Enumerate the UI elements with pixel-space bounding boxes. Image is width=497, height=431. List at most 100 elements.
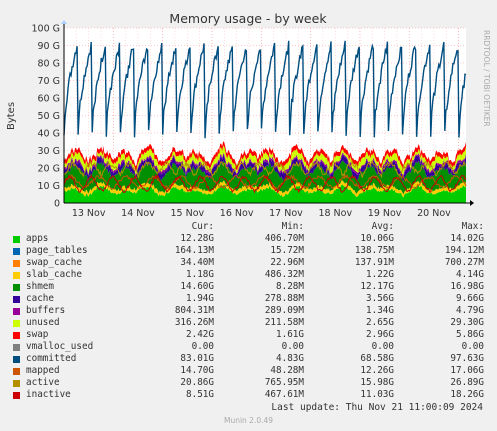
legend-avg-value: 10.06G bbox=[360, 233, 394, 244]
legend-min-value: 211.58M bbox=[264, 317, 304, 328]
legend-item-unused: unused 316.26M 211.58M 2.65G 29.30G bbox=[12, 317, 490, 329]
legend-max-value: 0.00 bbox=[461, 341, 484, 352]
legend-avg-value: 3.56G bbox=[366, 293, 394, 304]
legend-header-min: Min: bbox=[281, 221, 304, 232]
y-axis-label: Bytes bbox=[6, 102, 17, 130]
legend-cur-value: 8.51G bbox=[186, 389, 214, 400]
legend-cur-value: 0.00 bbox=[191, 341, 214, 352]
legend-label: mapped bbox=[26, 365, 60, 376]
legend-max-value: 4.14G bbox=[456, 269, 484, 280]
legend-min-value: 4.83G bbox=[276, 353, 304, 364]
legend-min-value: 22.96M bbox=[270, 257, 304, 268]
legend-avg-value: 137.91M bbox=[354, 257, 394, 268]
legend-item-slab-cache: slab_cache 1.18G 486.32M 1.22G 4.14G bbox=[12, 269, 490, 281]
legend-item-swap-cache: swap_cache 34.40M 22.96M 137.91M 700.27M bbox=[12, 257, 490, 269]
legend-header-cur: Cur: bbox=[191, 221, 214, 232]
legend-header-avg: Avg: bbox=[371, 221, 394, 232]
legend-swatch bbox=[13, 391, 20, 399]
legend-max-value: 16.98G bbox=[450, 281, 484, 292]
legend-max-value: 700.27M bbox=[444, 257, 484, 268]
legend-label: vmalloc_used bbox=[26, 341, 94, 352]
legend-min-value: 48.28M bbox=[270, 365, 304, 376]
chart-title: Memory usage - by week bbox=[169, 11, 327, 26]
legend-rows: apps 12.28G 406.70M 10.06G 14.02G page_tables… bbox=[12, 233, 490, 401]
legend-header: Cur: Min: Avg: Max: bbox=[12, 221, 490, 233]
legend-label: active bbox=[26, 377, 60, 388]
legend-cur-value: 1.94G bbox=[186, 293, 214, 304]
legend-swatch bbox=[13, 271, 20, 279]
legend-min-value: 406.70M bbox=[264, 233, 304, 244]
legend-label: page_tables bbox=[26, 245, 88, 256]
legend-label: committed bbox=[26, 353, 77, 364]
legend-cur-value: 83.01G bbox=[180, 353, 214, 364]
legend-min-value: 467.61M bbox=[264, 389, 304, 400]
legend-swatch bbox=[13, 331, 20, 339]
legend-item-page-tables: page_tables 164.13M 15.72M 138.75M 194.12M bbox=[12, 245, 490, 257]
legend-cur-value: 14.60G bbox=[180, 281, 214, 292]
x-axis-arrow-icon bbox=[470, 200, 474, 206]
legend-max-value: 26.89G bbox=[450, 377, 484, 388]
legend-avg-value: 12.17G bbox=[360, 281, 394, 292]
legend-max-value: 29.30G bbox=[450, 317, 484, 328]
y-tick-label: 90 G bbox=[38, 41, 60, 52]
legend-max-value: 9.66G bbox=[456, 293, 484, 304]
memory-chart: Memory usage - by week RRDTOOL / TOBI OE… bbox=[6, 11, 491, 219]
x-tick-label: 16 Nov bbox=[220, 208, 254, 219]
legend-swatch bbox=[13, 367, 20, 375]
legend-avg-value: 68.58G bbox=[360, 353, 394, 364]
x-tick-label: 19 Nov bbox=[368, 208, 402, 219]
legend-item-vmalloc-used: vmalloc_used 0.00 0.00 0.00 0.00 bbox=[12, 341, 490, 353]
legend-label: slab_cache bbox=[26, 269, 82, 280]
legend-item-buffers: buffers 804.31M 289.09M 1.34G 4.79G bbox=[12, 305, 490, 317]
legend-label: shmem bbox=[26, 281, 54, 292]
legend-swatch bbox=[13, 343, 20, 351]
x-tick-label: 17 Nov bbox=[269, 208, 303, 219]
legend-avg-value: 2.65G bbox=[366, 317, 394, 328]
x-tick-label: 18 Nov bbox=[318, 208, 352, 219]
legend-swatch bbox=[13, 247, 20, 255]
y-axis-arrow-icon bbox=[61, 20, 67, 24]
y-tick-label: 40 G bbox=[38, 129, 60, 140]
legend-item-mapped: mapped 14.70G 48.28M 12.26G 17.06G bbox=[12, 365, 490, 377]
legend-cur-value: 164.13M bbox=[174, 245, 214, 256]
legend-swatch bbox=[13, 235, 20, 243]
x-tick-label: 20 Nov bbox=[417, 208, 451, 219]
legend-cur-value: 34.40M bbox=[180, 257, 214, 268]
legend-swatch bbox=[13, 283, 20, 291]
legend-avg-value: 1.22G bbox=[366, 269, 394, 280]
legend-min-value: 278.88M bbox=[264, 293, 304, 304]
rrdtool-credit: RRDTOOL / TOBI OETIKER bbox=[482, 30, 491, 127]
legend-cur-value: 316.26M bbox=[174, 317, 214, 328]
legend-cur-value: 1.18G bbox=[186, 269, 214, 280]
legend-cur-value: 804.31M bbox=[174, 305, 214, 316]
legend-swatch bbox=[13, 259, 20, 267]
legend-item-swap: swap 2.42G 1.61G 2.96G 5.86G bbox=[12, 329, 490, 341]
legend-cur-value: 14.70G bbox=[180, 365, 214, 376]
legend-min-value: 0.00 bbox=[281, 341, 304, 352]
legend-cur-value: 12.28G bbox=[180, 233, 214, 244]
y-tick-label: 0 bbox=[54, 199, 60, 210]
legend-avg-value: 15.98G bbox=[360, 377, 394, 388]
legend-item-shmem: shmem 14.60G 8.28M 12.17G 16.98G bbox=[12, 281, 490, 293]
legend-label: inactive bbox=[26, 389, 71, 400]
legend-max-value: 18.26G bbox=[450, 389, 484, 400]
x-tick-label: 13 Nov bbox=[72, 208, 106, 219]
legend-max-value: 5.86G bbox=[456, 329, 484, 340]
y-tick-label: 10 G bbox=[38, 181, 60, 192]
munin-version: Munin 2.0.49 bbox=[223, 416, 274, 425]
legend-avg-value: 2.96G bbox=[366, 329, 394, 340]
legend-swatch bbox=[13, 355, 20, 363]
legend-swatch bbox=[13, 307, 20, 315]
legend-cur-value: 20.86G bbox=[180, 377, 214, 388]
legend-min-value: 765.95M bbox=[264, 377, 304, 388]
legend-swatch bbox=[13, 295, 20, 303]
legend-label: apps bbox=[26, 233, 49, 244]
legend-label: buffers bbox=[26, 305, 66, 316]
legend-item-inactive: inactive 8.51G 467.61M 11.03G 18.26G bbox=[12, 389, 490, 401]
legend-item-cache: cache 1.94G 278.88M 3.56G 9.66G bbox=[12, 293, 490, 305]
legend-label: swap_cache bbox=[26, 257, 82, 268]
legend-max-value: 194.12M bbox=[444, 245, 484, 256]
legend-min-value: 1.61G bbox=[276, 329, 304, 340]
legend-avg-value: 1.34G bbox=[366, 305, 394, 316]
legend-max-value: 14.02G bbox=[450, 233, 484, 244]
